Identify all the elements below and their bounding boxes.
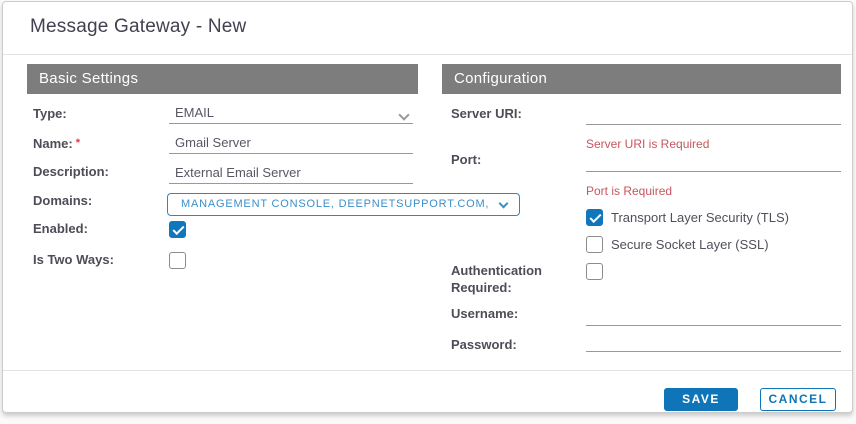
is-two-ways-label: Is Two Ways: (33, 252, 114, 268)
name-label-text: Name: (33, 136, 73, 151)
username-input[interactable] (586, 307, 841, 326)
is-two-ways-checkbox[interactable] (169, 252, 186, 269)
name-label: Name:* (33, 135, 80, 152)
description-input[interactable] (169, 165, 413, 184)
tls-checkbox[interactable] (586, 209, 603, 226)
enabled-checkbox[interactable] (169, 221, 186, 238)
password-input[interactable] (586, 333, 841, 352)
port-label: Port: (451, 152, 481, 168)
auth-required-label: Authentication Required: (451, 262, 563, 296)
server-uri-input[interactable] (586, 106, 841, 125)
footer-separator (3, 370, 852, 371)
required-asterisk: * (76, 137, 80, 149)
port-error: Port is Required (586, 184, 672, 198)
name-input[interactable] (169, 135, 413, 154)
ssl-label: Secure Socket Layer (SSL) (611, 237, 769, 252)
enabled-label: Enabled: (33, 221, 88, 237)
port-input[interactable] (586, 153, 841, 172)
username-label: Username: (451, 306, 518, 322)
configuration-header: Configuration (442, 64, 841, 94)
save-button[interactable]: SAVE (664, 388, 738, 411)
password-label: Password: (451, 337, 517, 353)
title-separator (3, 54, 852, 55)
cancel-button[interactable]: CANCEL (760, 388, 836, 411)
domains-label: Domains: (33, 193, 92, 209)
description-label: Description: (33, 164, 109, 180)
domains-multiselect[interactable]: MANAGEMENT CONSOLE, DEEPNETSUPPORT.COM, (167, 193, 520, 216)
server-uri-label: Server URI: (451, 106, 522, 122)
dialog-title: Message Gateway - New (30, 16, 246, 38)
domains-chevron-down-icon (499, 199, 509, 209)
type-label: Type: (33, 106, 67, 122)
ssl-checkbox[interactable] (586, 236, 603, 253)
type-select[interactable] (169, 105, 413, 124)
domains-value: MANAGEMENT CONSOLE, DEEPNETSUPPORT.COM, (181, 198, 489, 210)
server-uri-error: Server URI is Required (586, 137, 709, 151)
tls-label: Transport Layer Security (TLS) (611, 210, 789, 225)
basic-settings-header: Basic Settings (27, 64, 418, 94)
message-gateway-dialog: Message Gateway - New Basic Settings Con… (2, 1, 853, 413)
auth-required-checkbox[interactable] (586, 263, 603, 280)
